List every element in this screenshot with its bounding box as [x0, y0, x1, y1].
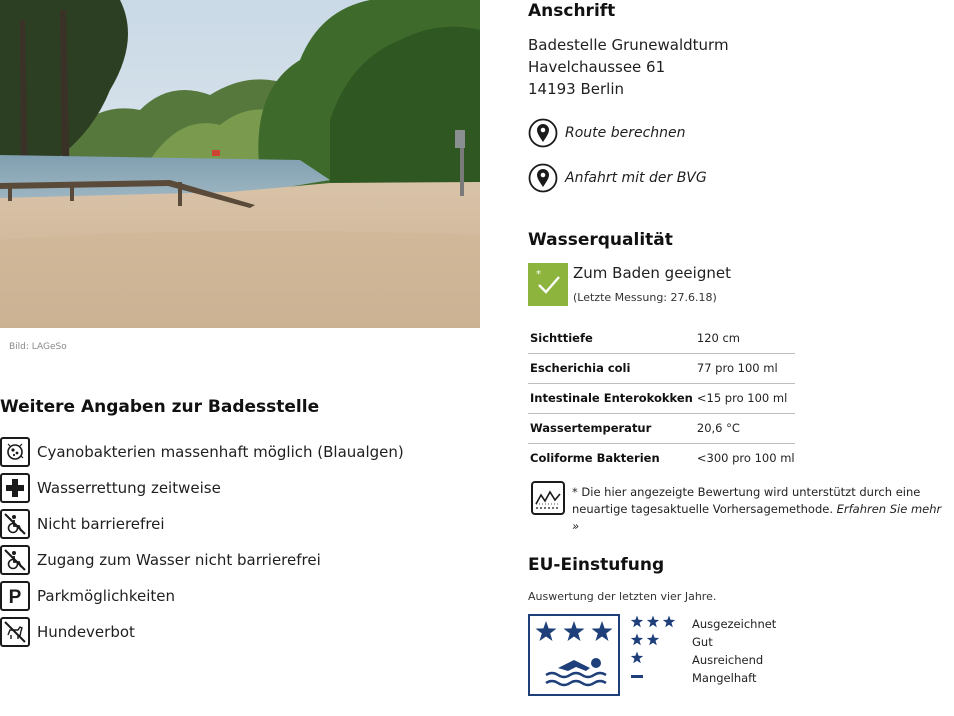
svg-text:P: P	[9, 587, 22, 607]
route-link-row[interactable]: Route berechnen	[528, 118, 686, 148]
star-icon	[591, 621, 613, 641]
one-star-icon	[630, 651, 644, 664]
bvg-link[interactable]: Anfahrt mit der BVG	[565, 170, 707, 186]
first-aid-cross-icon	[0, 473, 30, 503]
feature-item: P Parkmöglichkeiten	[0, 578, 404, 614]
feature-item: Hundeverbot	[0, 614, 404, 650]
badge-stars	[535, 621, 613, 641]
legend-row: Ausgezeichnet	[630, 614, 830, 632]
dash-icon	[631, 675, 643, 678]
forecast-chart-icon	[531, 481, 565, 515]
svg-text:*: *	[536, 269, 541, 280]
measure-label: Wassertemperatur	[528, 413, 693, 444]
more-info-heading: Weitere Angaben zur Badesstelle	[0, 397, 320, 417]
quality-status: Zum Baden geeignet	[573, 264, 731, 282]
measure-label: Escherichia coli	[528, 353, 693, 384]
wheelchair-crossed-icon	[0, 509, 30, 539]
parking-icon: P	[0, 581, 30, 611]
map-pin-icon	[528, 118, 558, 148]
legend-label: Ausreichend	[692, 653, 764, 667]
legend-label: Ausgezeichnet	[692, 617, 777, 631]
map-pin-icon	[528, 163, 558, 193]
feature-label: Zugang zum Wasser nicht barrierefrei	[37, 551, 321, 569]
feature-list: Cyanobakterien massenhaft möglich (Blaua…	[0, 434, 404, 650]
feature-label: Cyanobakterien massenhaft möglich (Blaua…	[37, 443, 404, 461]
measure-value: 20,6 °C	[692, 413, 795, 444]
eu-rating-heading: EU-Einstufung	[528, 555, 665, 575]
feature-item: Cyanobakterien massenhaft möglich (Blaua…	[0, 434, 404, 470]
address-line: Badestelle Grunewaldturm	[528, 36, 729, 54]
feature-label: Parkmöglichkeiten	[37, 587, 175, 605]
wheelchair-crossed-icon	[0, 545, 30, 575]
measure-label: Sichttiefe	[528, 323, 693, 354]
no-dogs-icon	[0, 617, 30, 647]
feature-label: Hundeverbot	[37, 623, 135, 641]
legend-row: Gut	[630, 632, 830, 650]
last-measurement: (Letzte Messung: 27.6.18)	[573, 291, 717, 304]
forecast-note: * Die hier angezeigte Bewertung wird unt…	[572, 484, 952, 535]
table-row: Wassertemperatur 20,6 °C	[528, 413, 795, 444]
star-icon	[535, 621, 557, 641]
photo-credit: Bild: LAGeSo	[9, 342, 67, 352]
feature-item: Wasserrettung zeitweise	[0, 470, 404, 506]
address-heading: Anschrift	[528, 1, 616, 21]
address-line: Havelchaussee 61	[528, 58, 666, 76]
table-row: Intestinale Enterokokken <15 pro 100 ml	[528, 383, 795, 414]
measure-label: Coliforme Bakterien	[530, 451, 660, 466]
feature-item: Nicht barrierefrei	[0, 506, 404, 542]
legend-row: Mangelhaft	[630, 668, 830, 686]
measure-value: <15 pro 100 ml	[692, 383, 795, 414]
legend-label: Mangelhaft	[692, 671, 757, 685]
measure-value: <300 pro 100 ml	[696, 451, 795, 466]
star-icon	[563, 621, 585, 641]
measure-value: 120 cm	[692, 323, 795, 354]
three-stars-icon	[630, 615, 676, 628]
bvg-link-row[interactable]: Anfahrt mit der BVG	[528, 163, 707, 193]
route-link[interactable]: Route berechnen	[565, 125, 686, 141]
feature-label: Nicht barrierefrei	[37, 515, 165, 533]
legend-label: Gut	[692, 635, 713, 649]
bathing-site-photo	[0, 0, 480, 328]
two-stars-icon	[630, 633, 660, 646]
address-line: 14193 Berlin	[528, 80, 625, 98]
water-quality-heading: Wasserqualität	[528, 230, 673, 250]
measure-label: Intestinale Enterokokken	[528, 383, 693, 414]
swimmer-icon	[545, 658, 607, 687]
quality-check-icon: *	[528, 263, 568, 306]
table-row: Coliforme Bakterien <300 pro 100 ml	[528, 443, 795, 473]
eu-rating-subtitle: Auswertung der letzten vier Jahre.	[528, 590, 717, 603]
measurement-table: Sichttiefe 120 cm Escherichia coli 77 pr…	[528, 323, 795, 473]
table-row: Escherichia coli 77 pro 100 ml	[528, 353, 795, 384]
address-block: Badestelle Grunewaldturm Havelchaussee 6…	[528, 34, 729, 100]
legend-row: Ausreichend	[630, 650, 830, 668]
eu-rating-badge	[528, 614, 620, 696]
table-row: Sichttiefe 120 cm	[528, 323, 795, 354]
measure-value: 77 pro 100 ml	[692, 353, 795, 384]
algae-icon	[0, 437, 30, 467]
feature-label: Wasserrettung zeitweise	[37, 479, 221, 497]
feature-item: Zugang zum Wasser nicht barrierefrei	[0, 542, 404, 578]
